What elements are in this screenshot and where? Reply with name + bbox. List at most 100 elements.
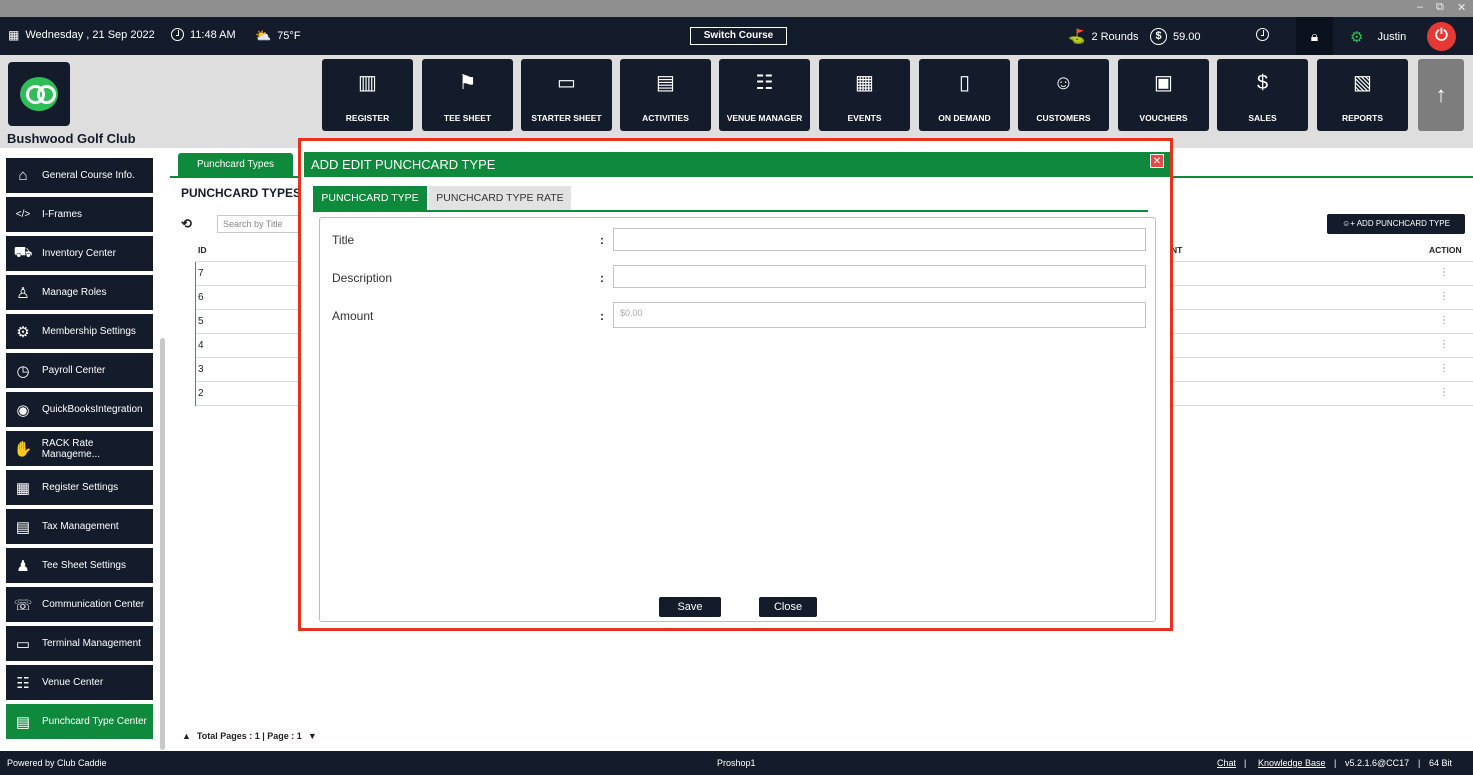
weather-display: ⛅ 75°F	[255, 28, 301, 44]
knowledge-base-link[interactable]: Knowledge Base	[1258, 758, 1326, 768]
row-action-menu-icon[interactable]: ⋮	[1439, 267, 1449, 278]
sidebar-item-manage-roles[interactable]: ♙ Manage Roles	[6, 275, 153, 310]
tab-punchcard-type[interactable]: PUNCHCARD TYPE	[313, 186, 427, 210]
sidebar-item-register-settings[interactable]: ▦ Register Settings	[6, 470, 153, 505]
description-field[interactable]	[613, 265, 1146, 288]
row-id: 6	[198, 292, 204, 303]
sidebar-item-label: Communication Center	[42, 599, 145, 610]
home-icon: ⌂	[18, 167, 28, 184]
clock-icon	[171, 28, 184, 41]
date-display: ▦ Wednesday , 21 Sep 2022	[8, 28, 155, 42]
time-text: 11:48 AM	[190, 28, 236, 41]
clock-icon: ◷	[16, 362, 30, 380]
colon: :	[600, 233, 604, 247]
nav-tee-sheet[interactable]: ⚑ TEE SHEET	[422, 59, 513, 131]
tab-punchcard-type-rate[interactable]: PUNCHCARD TYPE RATE	[429, 186, 571, 210]
add-punchcard-type-button[interactable]: ☺+ ADD PUNCHCARD TYPE	[1327, 214, 1465, 234]
user-name: Justin	[1377, 31, 1407, 43]
sidebar-item-label: Manage Roles	[42, 287, 107, 298]
cash-display[interactable]: $ 59.00	[1150, 28, 1201, 45]
switch-course-button[interactable]: Switch Course	[690, 27, 787, 45]
nav-label: TEE SHEET	[443, 113, 492, 123]
sidebar-item-punchcard-type-center[interactable]: ▤ Punchcard Type Center	[6, 704, 153, 739]
sidebar-item-venue-center[interactable]: ☷ Venue Center	[6, 665, 153, 700]
settings-sidebar: ⌂ General Course Info. </> I-Frames ⛟ Inven…	[0, 148, 168, 751]
description-label: Description	[332, 271, 393, 285]
sidebar-item-label: Terminal Management	[42, 638, 141, 649]
nav-reports[interactable]: ▧ REPORTS	[1317, 59, 1408, 131]
minimize-icon[interactable]: –	[1417, 1, 1423, 13]
window-titlebar: – ⧉ ✕	[0, 0, 1473, 17]
page-up-icon[interactable]: ▲	[182, 731, 191, 741]
nav-vouchers[interactable]: ▣ VOUCHERS	[1118, 59, 1209, 131]
sidebar-item-inventory-center[interactable]: ⛟ Inventory Center	[6, 236, 153, 271]
nav-customers[interactable]: ☺ CUSTOMERS	[1018, 59, 1109, 131]
row-action-menu-icon[interactable]: ⋮	[1439, 387, 1449, 398]
venue-people-icon: ☷	[755, 72, 774, 94]
user-menu[interactable]: ⚙ Justin	[1350, 28, 1406, 46]
row-action-menu-icon[interactable]: ⋮	[1439, 339, 1449, 350]
sidebar-item-membership-settings[interactable]: ⚙ Membership Settings	[6, 314, 153, 349]
knowledge-base-label: Knowledge Base	[1258, 758, 1326, 768]
sidebar-item-general-course-info[interactable]: ⌂ General Course Info.	[6, 158, 153, 193]
power-icon[interactable]: ⏻	[1427, 22, 1456, 51]
nav-label: ACTIVITIES	[642, 113, 689, 123]
add-button-label: ADD PUNCHCARD TYPE	[1356, 219, 1450, 228]
sidebar-item-rack-rate-management[interactable]: ✋ RACK Rate Manageme...	[6, 431, 153, 466]
search-input[interactable]: Search by Title	[217, 215, 302, 233]
nav-venue-manager[interactable]: ☷ VENUE MANAGER	[719, 59, 810, 131]
save-button[interactable]: Save	[659, 597, 721, 617]
close-button[interactable]: Close	[759, 597, 817, 617]
sidebar-item-tax-management[interactable]: ▤ Tax Management	[6, 509, 153, 544]
nav-label: VOUCHERS	[1139, 113, 1188, 123]
close-icon[interactable]: ✕	[1150, 154, 1164, 168]
sidebar-item-label: Inventory Center	[42, 248, 116, 259]
nav-on-demand[interactable]: ▯ ON DEMAND	[919, 59, 1010, 131]
row-id: 7	[198, 268, 204, 279]
weather-icon: ⛅	[255, 28, 272, 43]
sidebar-item-communication-center[interactable]: ☏ Communication Center	[6, 587, 153, 622]
collapse-up-arrow-icon[interactable]: ↑	[1418, 59, 1464, 131]
rounds-display[interactable]: ⛳ 2 Rounds	[1068, 28, 1139, 45]
modal-form: Title : Description : Amount : $0.00 Sav…	[319, 217, 1156, 622]
sidebar-scrollbar[interactable]	[160, 338, 165, 750]
sidebar-item-i-frames[interactable]: </> I-Frames	[6, 197, 153, 232]
colon: :	[600, 309, 604, 323]
row-action-menu-icon[interactable]: ⋮	[1439, 291, 1449, 302]
bottom-status-bar: Powered by Club Caddie Proshop1 Chat | K…	[0, 751, 1473, 775]
title-field[interactable]	[613, 228, 1146, 251]
nav-starter-sheet[interactable]: ▭ STARTER SHEET	[521, 59, 612, 131]
dollar-icon: $	[1150, 28, 1167, 45]
nav-sales[interactable]: $ SALES	[1217, 59, 1308, 131]
nav-register[interactable]: ▥ REGISTER	[322, 59, 413, 131]
row-id: 4	[198, 340, 204, 351]
col-id-header[interactable]: ID	[198, 245, 207, 255]
cash-amount: 59.00	[1173, 30, 1201, 43]
phone-signal-icon: ▯	[958, 72, 970, 94]
club-name: Bushwood Golf Club	[7, 131, 136, 146]
nav-activities[interactable]: ▤ ACTIVITIES	[620, 59, 711, 131]
chat-link[interactable]: Chat	[1217, 758, 1236, 768]
history-clock-button[interactable]	[1256, 28, 1269, 41]
row-action-menu-icon[interactable]: ⋮	[1439, 363, 1449, 374]
rounds-text: 2 Rounds	[1091, 30, 1139, 43]
add-edit-punchcard-modal: ADD EDIT PUNCHCARD TYPE ✕ PUNCHCARD TYPE…	[298, 138, 1173, 631]
sidebar-item-quickbooks-integration[interactable]: ◉ QuickBooksIntegration	[6, 392, 153, 427]
lock-icon[interactable]: 🔒︎	[1296, 17, 1333, 55]
sidebar-item-tee-sheet-settings[interactable]: ♟ Tee Sheet Settings	[6, 548, 153, 583]
page-down-icon[interactable]: ▼	[308, 731, 317, 741]
sidebar-item-terminal-management[interactable]: ▭ Terminal Management	[6, 626, 153, 661]
customers-icon: ☺	[1053, 72, 1074, 94]
sidebar-item-payroll-center[interactable]: ◷ Payroll Center	[6, 353, 153, 388]
calendar-edit-icon: ▦	[855, 72, 874, 94]
tab-punchcard-types[interactable]: Punchcard Types	[178, 153, 293, 176]
window-close-icon[interactable]: ✕	[1457, 1, 1466, 14]
station-name: Proshop1	[717, 758, 756, 768]
row-action-menu-icon[interactable]: ⋮	[1439, 315, 1449, 326]
restore-icon[interactable]: ⧉	[1436, 1, 1444, 14]
refresh-icon[interactable]: ⟲	[181, 216, 192, 232]
sidebar-item-label: Register Settings	[42, 482, 119, 493]
nav-events[interactable]: ▦ EVENTS	[819, 59, 910, 131]
amount-field[interactable]: $0.00	[613, 302, 1146, 328]
separator: |	[1244, 758, 1247, 768]
